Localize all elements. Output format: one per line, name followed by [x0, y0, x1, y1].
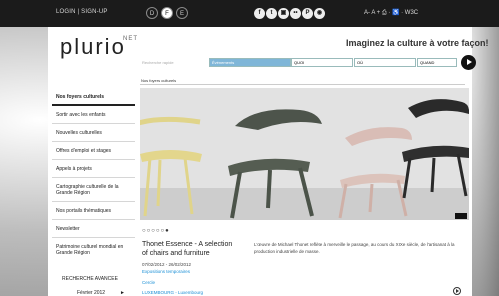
breadcrumb[interactable]: Nos foyers culturels: [141, 78, 176, 83]
next-month-arrow[interactable]: ►: [120, 290, 125, 296]
play-icon[interactable]: [453, 287, 461, 295]
twitter-icon[interactable]: t: [266, 8, 277, 19]
chairs-illustration: [140, 99, 469, 219]
sidebar-item-nouvelles[interactable]: Nouvelles culturelles: [52, 124, 135, 142]
quick-search-bar: Recherche rapide Événements QUOI OÙ QUAN…: [140, 57, 462, 69]
domain-select[interactable]: Événements: [209, 58, 291, 67]
featured-image[interactable]: [140, 88, 469, 220]
pinterest-icon[interactable]: P: [302, 8, 313, 19]
youtube-icon[interactable]: ▣: [278, 8, 289, 19]
rss-icon[interactable]: ◉: [314, 8, 325, 19]
search-go-button[interactable]: [461, 55, 476, 70]
slider-next-tab[interactable]: [455, 213, 467, 219]
lang-en-button[interactable]: E: [176, 7, 188, 19]
login-signup-link[interactable]: LOGIN | SIGN-UP: [56, 9, 108, 15]
sidebar-item-appels[interactable]: Appels à projets: [52, 160, 135, 178]
lang-fr-button[interactable]: F: [161, 7, 173, 19]
logo-suffix: NET: [123, 36, 138, 42]
tagline: Imaginez la culture à votre façon!: [346, 38, 489, 48]
sidebar-item-enfants[interactable]: Sortir avec les enfants: [52, 106, 135, 124]
calendar-month: Février 2012: [77, 290, 106, 296]
when-select[interactable]: QUAND: [417, 58, 457, 67]
flickr-icon[interactable]: ••: [290, 8, 301, 19]
advanced-search-link[interactable]: RECHERCHE AVANCEE: [62, 276, 118, 282]
accessibility-tools[interactable]: A- A + ⎙ · ♿ · W3C: [364, 9, 418, 17]
feature-dates: 07/02/2012 - 26/02/2012: [142, 262, 192, 267]
sidebar-item-foyers[interactable]: Nos foyers culturels: [52, 90, 135, 106]
sidebar-item-cartographie[interactable]: Cartographie culturelle de la Grande Rég…: [52, 178, 135, 202]
sidebar-item-portails[interactable]: Nos portails thématiques: [52, 202, 135, 220]
feature-description: L'œuvre de Michael Thonet reflète à merv…: [254, 242, 455, 254]
sidebar-item-emploi[interactable]: Offres d'emploi et stages: [52, 142, 135, 160]
sidebar-item-newsletter[interactable]: Newsletter: [52, 220, 135, 238]
quick-search-label: Recherche rapide: [142, 60, 174, 65]
divider: [140, 84, 465, 85]
sidebar-item-patrimoine[interactable]: Patrimoine culturel mondial en Grande Ré…: [52, 238, 135, 262]
plurio-logo[interactable]: plurio: [60, 34, 126, 60]
slider-dots[interactable]: ○○○○○●: [142, 228, 170, 234]
lang-de-button[interactable]: D: [146, 7, 158, 19]
feature-category-link[interactable]: Expositions temporaires: [142, 269, 190, 274]
top-bar: LOGIN | SIGN-UP D F E f t ▣ •• P ◉ A- A …: [0, 0, 499, 27]
feature-title[interactable]: Thonet Essence - A selection of chairs a…: [142, 240, 240, 258]
sidebar-nav: Nos foyers culturels Sortir avec les enf…: [52, 90, 135, 262]
feature-location-link[interactable]: LUXEMBOURG - Luxembourg: [142, 290, 203, 295]
feature-venue-link[interactable]: Cercle: [142, 280, 155, 285]
where-field[interactable]: OÙ: [354, 58, 416, 67]
facebook-icon[interactable]: f: [254, 8, 265, 19]
what-field[interactable]: QUOI: [291, 58, 353, 67]
